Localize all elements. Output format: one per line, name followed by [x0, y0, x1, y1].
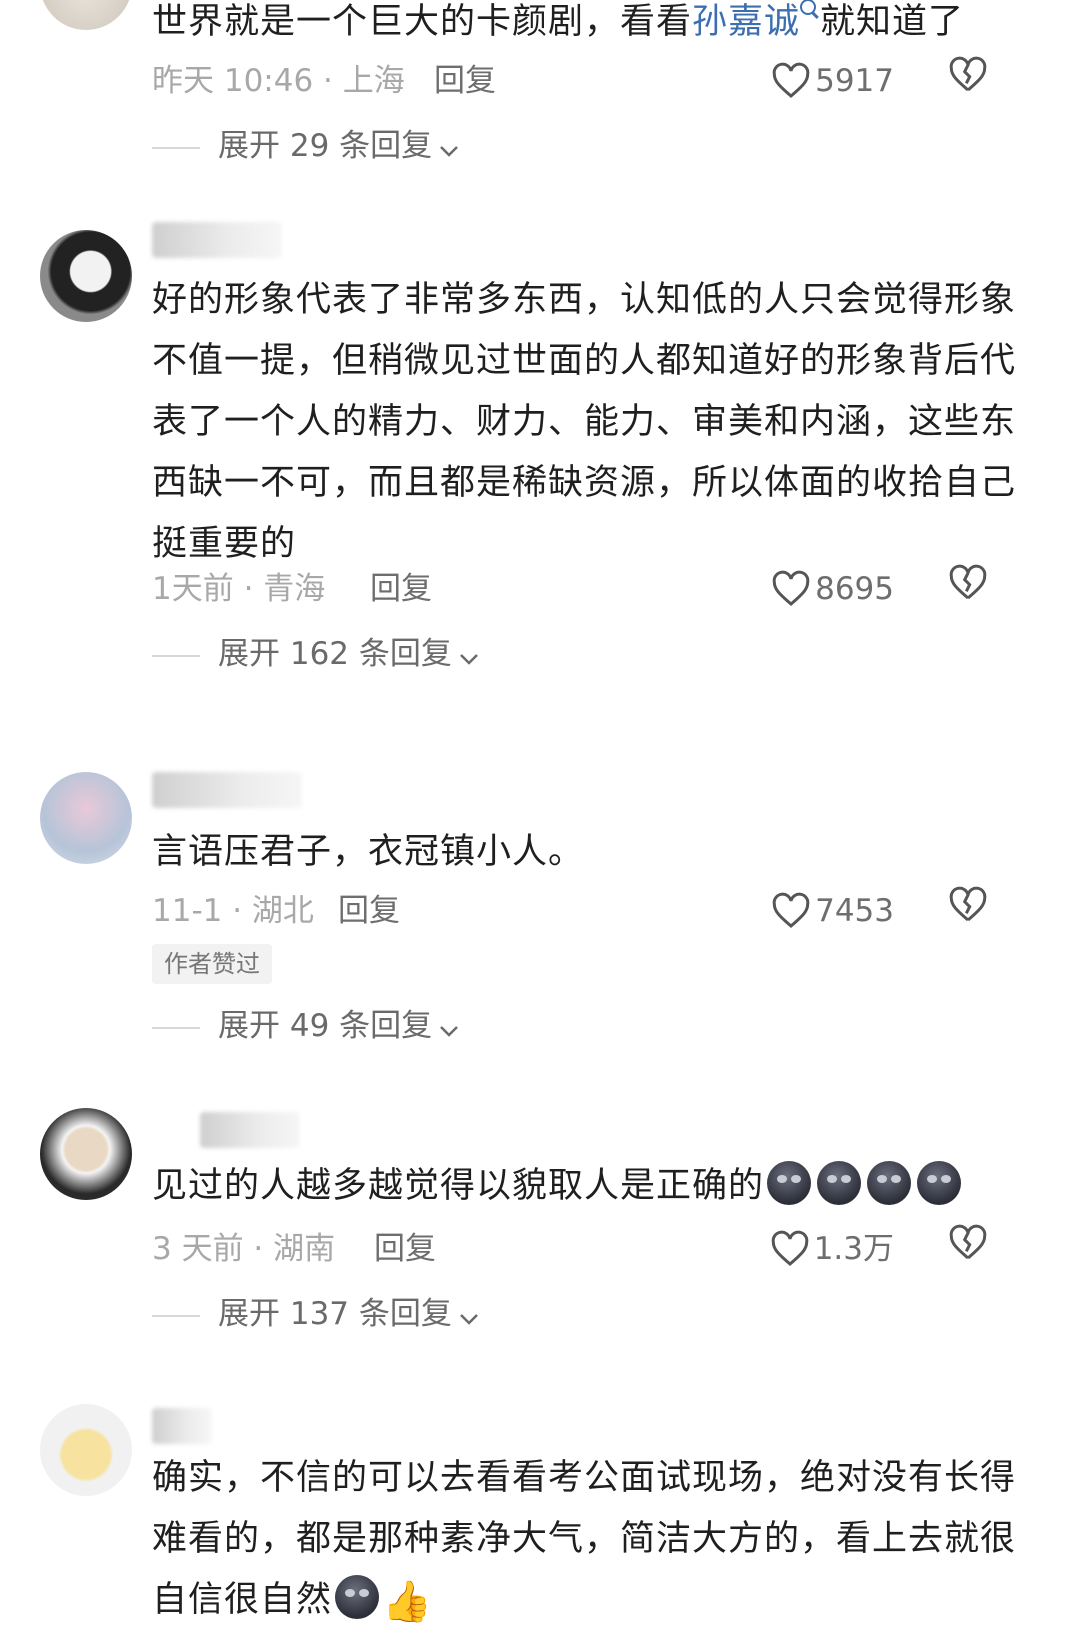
author-liked-badge: 作者赞过	[152, 944, 272, 984]
divider	[152, 146, 200, 149]
time-location: 昨天 10:46 · 上海	[152, 63, 405, 99]
expand-replies[interactable]: 展开 162 条回复	[152, 632, 480, 676]
comment-text: 好的形象代表了非常多东西，认知低的人只会觉得形象不值一提，但稍微见过世面的人都知…	[152, 280, 1017, 564]
time-location: 3 天前 · 湖南	[152, 1231, 336, 1267]
divider	[152, 1026, 200, 1029]
username-blurred[interactable]	[152, 1408, 212, 1444]
dislike-button[interactable]	[948, 886, 988, 936]
chevron-down-icon	[460, 654, 478, 665]
username-blurred[interactable]	[152, 772, 302, 808]
reply-button[interactable]: 回复	[374, 1224, 436, 1274]
comment-text: 确实，不信的可以去看看考公面试现场，绝对没有长得难看的，都是那种素净大气，简洁大…	[152, 1458, 1017, 1625]
broken-heart-icon	[949, 1224, 987, 1260]
expand-replies[interactable]: 展开 29 条回复	[152, 124, 460, 168]
broken-heart-icon	[949, 56, 987, 92]
moon-face-emoji	[767, 1161, 812, 1205]
comment-text: 见过的人越多越觉得以貌取人是正确的	[152, 1156, 1047, 1217]
comment-text: 世界就是一个巨大的卡颜剧，看看孙嘉诚 就知道了	[152, 0, 1047, 53]
username-blurred[interactable]	[200, 1112, 300, 1148]
search-link[interactable]: 孙嘉诚	[692, 2, 800, 42]
broken-heart-icon	[949, 886, 987, 922]
divider	[152, 1314, 200, 1317]
avatar[interactable]	[40, 772, 132, 864]
search-icon	[800, 0, 817, 15]
comment-text: 言语压君子，衣冠镇小人。	[152, 832, 585, 872]
heart-outline-icon	[772, 62, 810, 98]
dislike-button[interactable]	[948, 56, 988, 106]
broken-heart-icon	[949, 564, 987, 600]
avatar[interactable]	[40, 1404, 132, 1496]
heart-outline-icon	[772, 892, 810, 928]
expand-replies[interactable]: 展开 49 条回复	[152, 1004, 460, 1048]
like-count: 8695	[815, 571, 894, 607]
like-button[interactable]: 7453	[771, 886, 894, 936]
dislike-button[interactable]	[948, 564, 988, 614]
heart-outline-icon	[771, 1230, 808, 1266]
time-location: 1天前 · 青海	[152, 571, 326, 607]
avatar[interactable]	[40, 0, 132, 30]
like-button[interactable]: 8695	[771, 564, 894, 614]
divider	[152, 654, 200, 657]
like-button[interactable]: 5917	[771, 56, 894, 106]
moon-face-emoji	[867, 1161, 912, 1205]
avatar[interactable]	[40, 1108, 132, 1200]
moon-face-emoji	[817, 1161, 862, 1205]
reply-button[interactable]: 回复	[434, 56, 496, 106]
avatar[interactable]	[40, 230, 132, 322]
like-count: 5917	[815, 63, 894, 99]
username-blurred[interactable]	[152, 222, 282, 258]
time-location: 11-1 · 湖北	[152, 893, 314, 929]
like-count: 1.3万	[813, 1231, 894, 1267]
like-button[interactable]: 1.3万	[770, 1224, 894, 1274]
like-count: 7453	[815, 893, 894, 929]
dislike-button[interactable]	[948, 1224, 988, 1274]
chevron-down-icon	[440, 146, 459, 157]
moon-face-emoji	[917, 1161, 962, 1205]
chevron-down-icon	[440, 1026, 459, 1037]
moon-face-emoji	[335, 1575, 380, 1619]
heart-outline-icon	[772, 570, 810, 606]
thumbs-up-emoji: 👍	[382, 1579, 433, 1625]
reply-button[interactable]: 回复	[338, 886, 400, 936]
reply-button[interactable]: 回复	[370, 564, 432, 614]
chevron-down-icon	[460, 1314, 478, 1325]
expand-replies[interactable]: 展开 137 条回复	[152, 1292, 480, 1336]
